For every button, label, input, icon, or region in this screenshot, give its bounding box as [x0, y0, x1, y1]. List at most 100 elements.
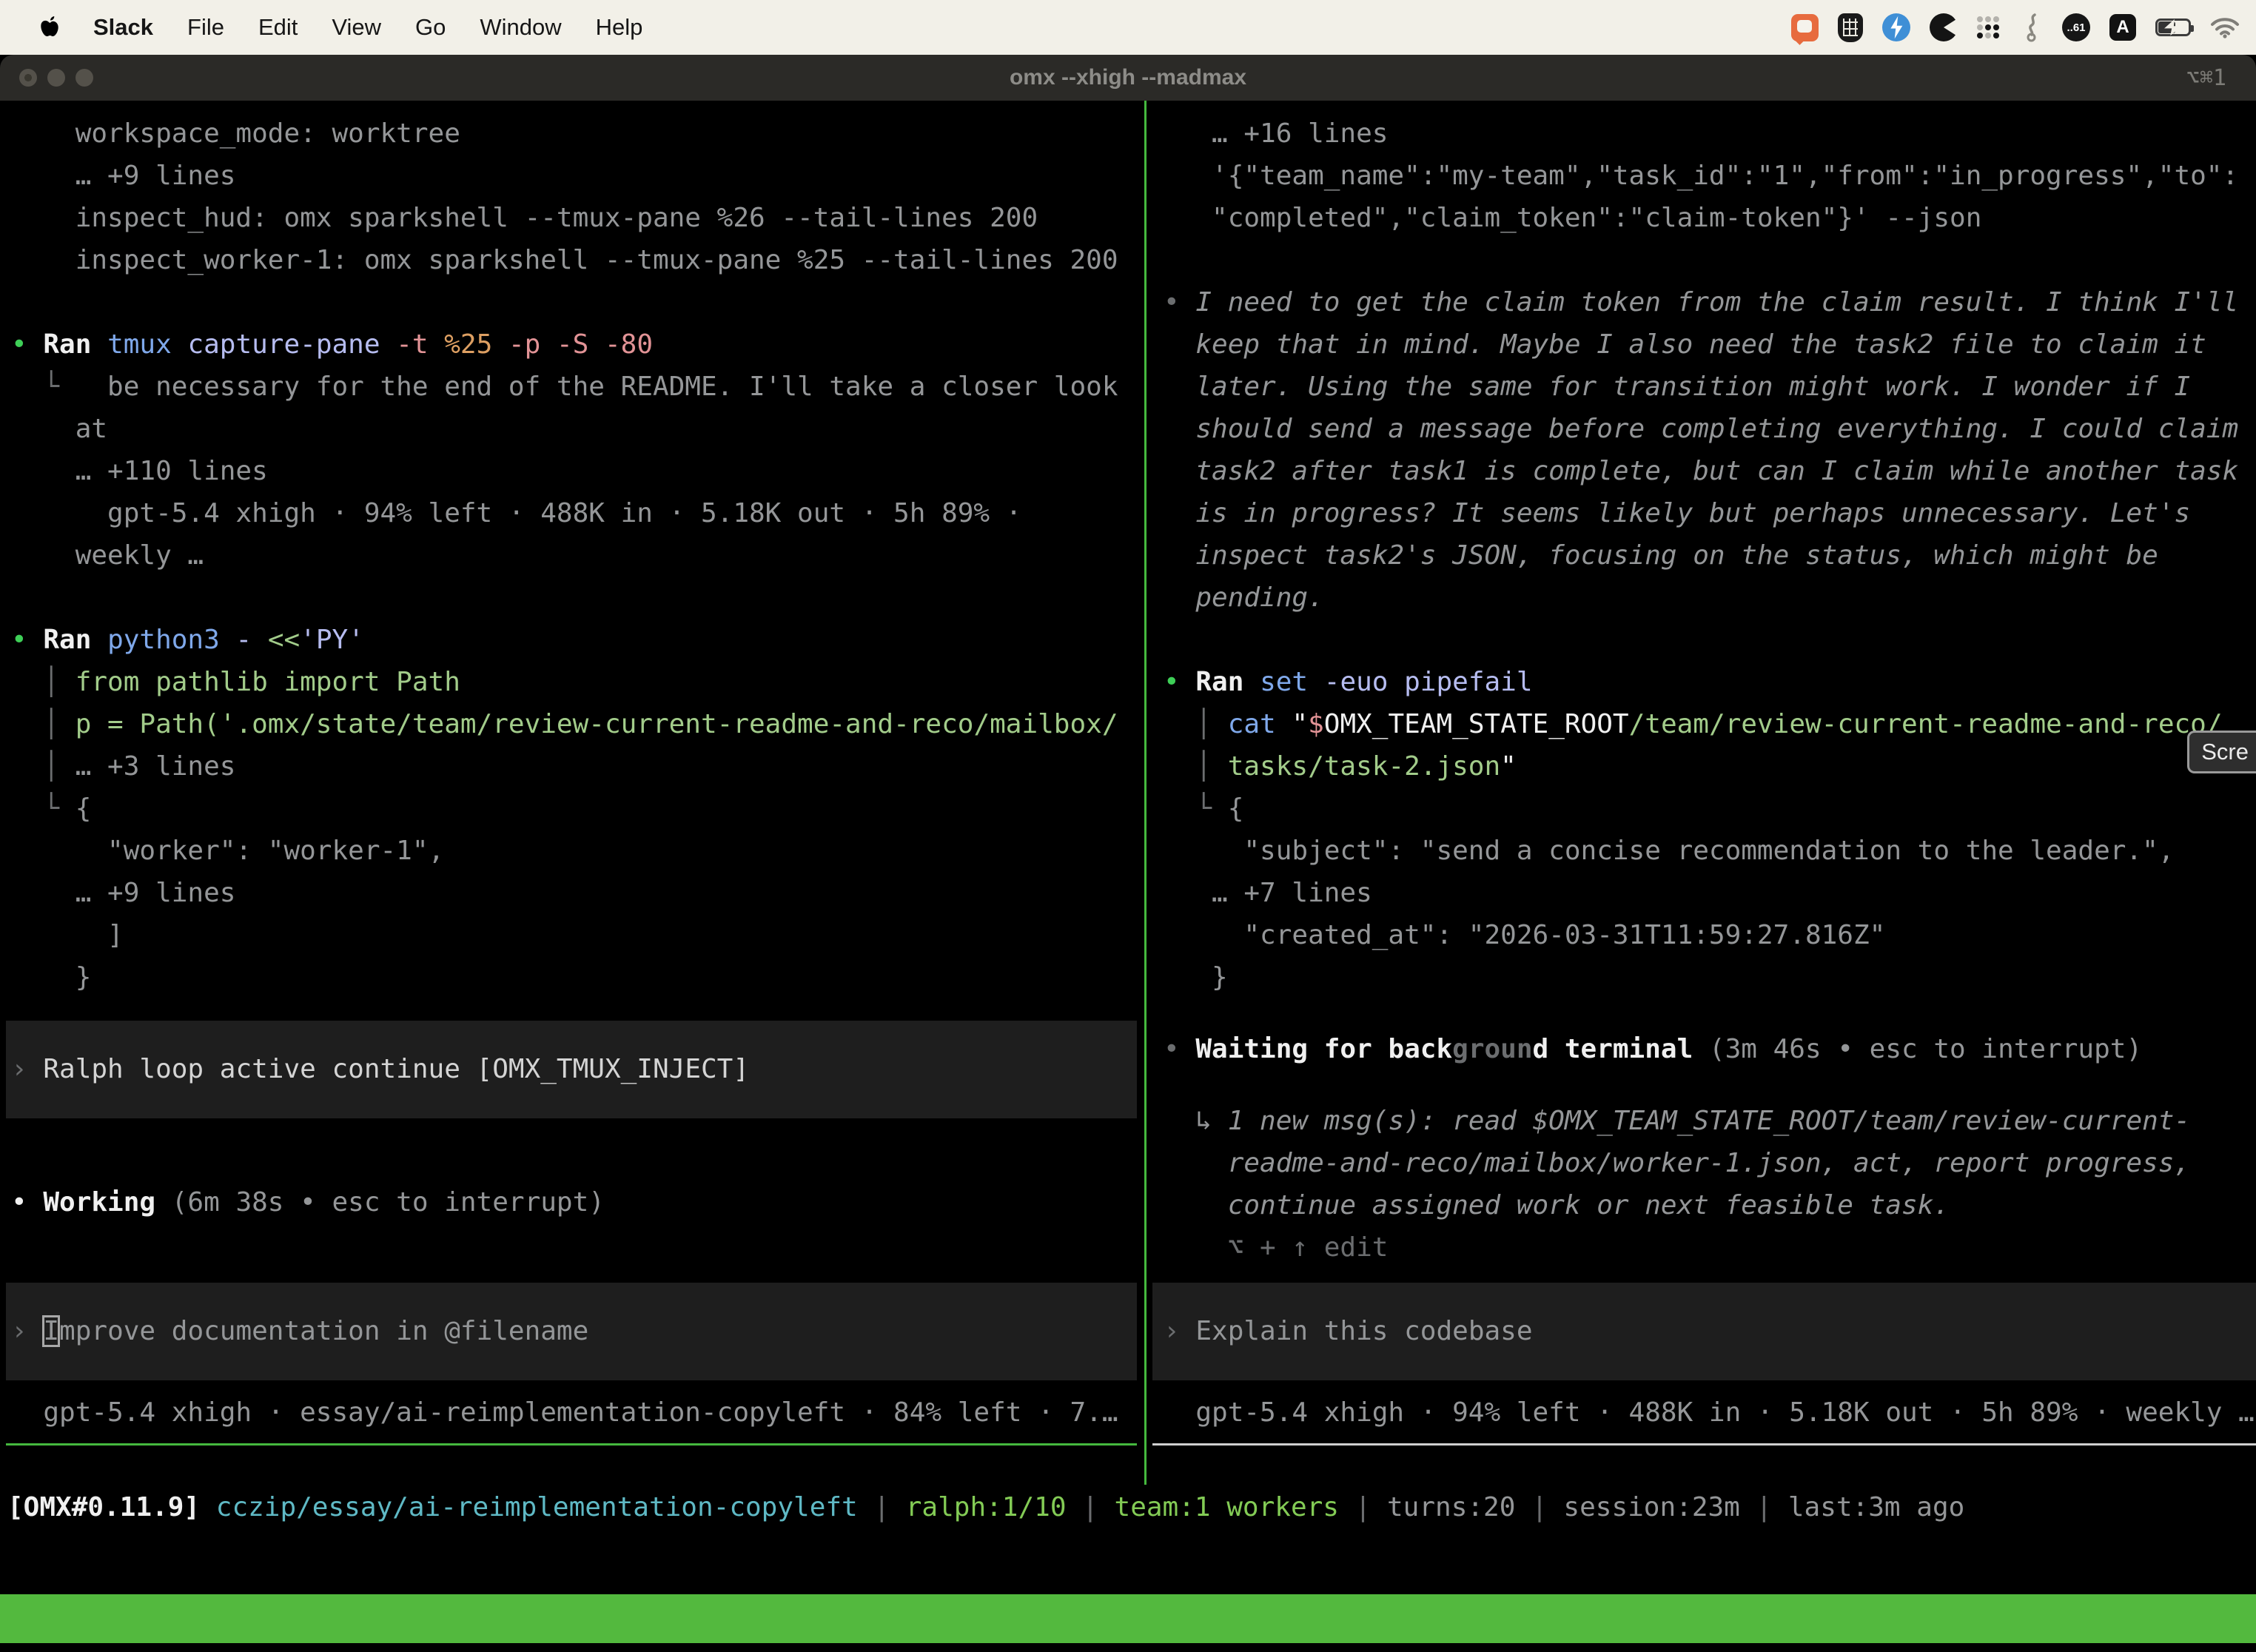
text-segment: ] [11, 920, 124, 950]
input-source-icon[interactable]: A [2109, 14, 2136, 41]
badge-61-icon[interactable]: ..61 [2062, 13, 2090, 41]
menu-item-help[interactable]: Help [596, 14, 643, 41]
text-segment: └ [1164, 793, 1228, 824]
terminal-line: ⌥ + ↑ edit [1164, 1226, 2256, 1269]
text-segment: Working [43, 1187, 171, 1218]
menu-item-edit[interactable]: Edit [258, 14, 298, 41]
text-segment: " [1292, 709, 1308, 739]
tmux-pane-right[interactable]: … +16 lines '{"team_name":"my-team","tas… [1152, 101, 2256, 1492]
blank-line [1164, 619, 2256, 661]
screen-tooltip[interactable]: Scre [2187, 731, 2256, 773]
command-line: • Ran tmux capture-pane -t %25 -p -S -80 [11, 323, 1146, 366]
text-segment: /team/review-current-readme-and-reco/ [1629, 709, 2223, 739]
text-segment: Explain this codebase [1195, 1316, 1532, 1346]
zoom-button[interactable] [75, 69, 93, 87]
text-segment: Waiting for back [1195, 1034, 1452, 1064]
text-segment: turns:20 [1387, 1492, 1515, 1522]
text-segment: "worker": "worker-1", [11, 836, 444, 866]
terminal-line: weekly … [11, 534, 1146, 577]
chat-icon[interactable] [1791, 14, 1819, 41]
blank-line [1164, 998, 2256, 1028]
menu-item-go[interactable]: Go [415, 14, 446, 41]
text-segment: p = Path('.omx/state/team/review-current… [75, 709, 1118, 739]
text-segment: " [1500, 751, 1517, 782]
text-segment: | [1740, 1492, 1788, 1522]
prompt-input[interactable]: › Improve documentation in @filename [6, 1283, 1137, 1380]
security-grid-icon[interactable] [1838, 13, 1863, 42]
battery-icon[interactable] [2155, 19, 2191, 36]
terminal-line: ↳ 1 new msg(s): read $OMX_TEAM_STATE_ROO… [1164, 1100, 2256, 1142]
window-shortcut: ⌥⌘1 [2186, 65, 2226, 91]
terminal-line: … +7 lines [1164, 872, 2256, 914]
dots-grid-icon[interactable] [1977, 16, 2001, 40]
text-segment: "subject": "send a concise recommendatio… [1164, 836, 2174, 866]
menu-item-view[interactable]: View [332, 14, 381, 41]
text-segment: (6m 38s • esc to interrupt) [172, 1187, 605, 1218]
terminal-line: │ … +3 lines [11, 745, 1146, 788]
text-segment: • [11, 1187, 43, 1218]
text-segment: │ [11, 751, 75, 782]
menu-item-file[interactable]: File [187, 14, 224, 41]
text-cursor: I [43, 1316, 59, 1346]
text-segment: mprove documentation in @filename [59, 1316, 588, 1346]
text-segment: [OMX#0.11.9] [7, 1492, 216, 1522]
terminal-line: │ tasks/task-2.json" [1164, 745, 2256, 788]
terminal-content: workspace_mode: worktree … +9 lines insp… [0, 101, 2256, 1652]
terminal-line: continue assigned work or next feasible … [1164, 1184, 2256, 1226]
menu-item-window[interactable]: Window [480, 14, 561, 41]
record-icon[interactable] [1930, 13, 1958, 41]
text-segment: Ran [43, 625, 107, 655]
terminal-line: readme-and-reco/mailbox/worker-1.json, a… [1164, 1142, 2256, 1184]
blank-line [11, 281, 1146, 323]
working-status: • Working (6m 38s • esc to interrupt) [11, 1181, 1146, 1223]
close-button[interactable] [19, 69, 37, 87]
prompt-input[interactable]: › Explain this codebase [1152, 1283, 2256, 1380]
text-segment: tmux [107, 329, 187, 360]
text-segment: OMX_TEAM_STATE_ROOT [1324, 709, 1629, 739]
terminal-line: "subject": "send a concise recommendatio… [1164, 830, 2256, 872]
wifi-icon[interactable] [2210, 16, 2240, 38]
hook-icon[interactable] [2021, 13, 2043, 42]
window-titlebar[interactable]: omx --xhigh --madmax ⌥⌘1 [0, 55, 2256, 101]
pane-divider[interactable] [1144, 101, 1147, 1485]
terminal-line: ] [11, 914, 1146, 956]
thinking-line: • I need to get the claim token from the… [1164, 281, 2256, 323]
waiting-status: • Waiting for background terminal (3m 46… [1164, 1028, 2256, 1070]
bolt-badge-icon[interactable] [1882, 13, 1910, 41]
inject-banner[interactable]: › Ralph loop active continue [OMX_TMUX_I… [6, 1021, 1137, 1118]
menu-app-name[interactable]: Slack [93, 14, 153, 41]
terminal-line: "worker": "worker-1", [11, 830, 1146, 872]
terminal-line: … +16 lines [1164, 113, 2256, 155]
terminal-line: keep that in mind. Maybe I also need the… [1164, 323, 2256, 366]
terminal-line: should send a message before completing … [1164, 408, 2256, 450]
omx-status-line: [OMX#0.11.9] cczip/essay/ai-reimplementa… [0, 1486, 2256, 1528]
text-segment: team:1 workers [1115, 1492, 1339, 1522]
text-segment: │ [11, 709, 75, 739]
text-segment: '{"team_name":"my-team","task_id":"1","f… [1164, 161, 2238, 191]
text-segment: 1 new msg(s): read $OMX_TEAM_STATE_ROOT/… [1228, 1106, 2190, 1136]
text-segment: -t [396, 329, 444, 360]
text-segment: weekly … [11, 540, 204, 571]
text-segment: │ [11, 667, 75, 697]
text-segment: python3 [107, 625, 235, 655]
text-segment: Ran [1195, 667, 1260, 697]
tmux-pane-left[interactable]: workspace_mode: worktree … +9 lines insp… [0, 101, 1146, 1492]
terminal-line: is in progress? It seems likely but perh… [1164, 492, 2256, 534]
terminal-line: } [1164, 956, 2256, 998]
text-segment: { [75, 793, 92, 824]
traffic-lights [19, 69, 93, 87]
text-segment: inspect task2's JSON, focusing on the st… [1164, 540, 2158, 571]
tmux-status-bar: [omx-cczip0:bash* "MacBook-Pro-44.local"… [0, 1594, 2256, 1643]
menu-bar: Slack File Edit View Go Window Help ..61… [0, 0, 2256, 55]
text-segment: Ran [43, 329, 107, 360]
text-segment: | [1515, 1492, 1563, 1522]
model-status: gpt-5.4 xhigh · 94% left · 488K in · 5.1… [1164, 1391, 2256, 1434]
minimize-button[interactable] [47, 69, 65, 87]
text-segment: › [1164, 1316, 1195, 1346]
text-segment: └ [11, 372, 107, 402]
text-segment: └ [11, 793, 75, 824]
apple-icon[interactable] [38, 16, 59, 39]
text-segment: readme-and-reco/mailbox/worker-1.json, a… [1164, 1148, 2190, 1178]
text-segment: from pathlib import Path [75, 667, 460, 697]
text-segment: cczip/essay/ai-reimplementation-copyleft [216, 1492, 858, 1522]
